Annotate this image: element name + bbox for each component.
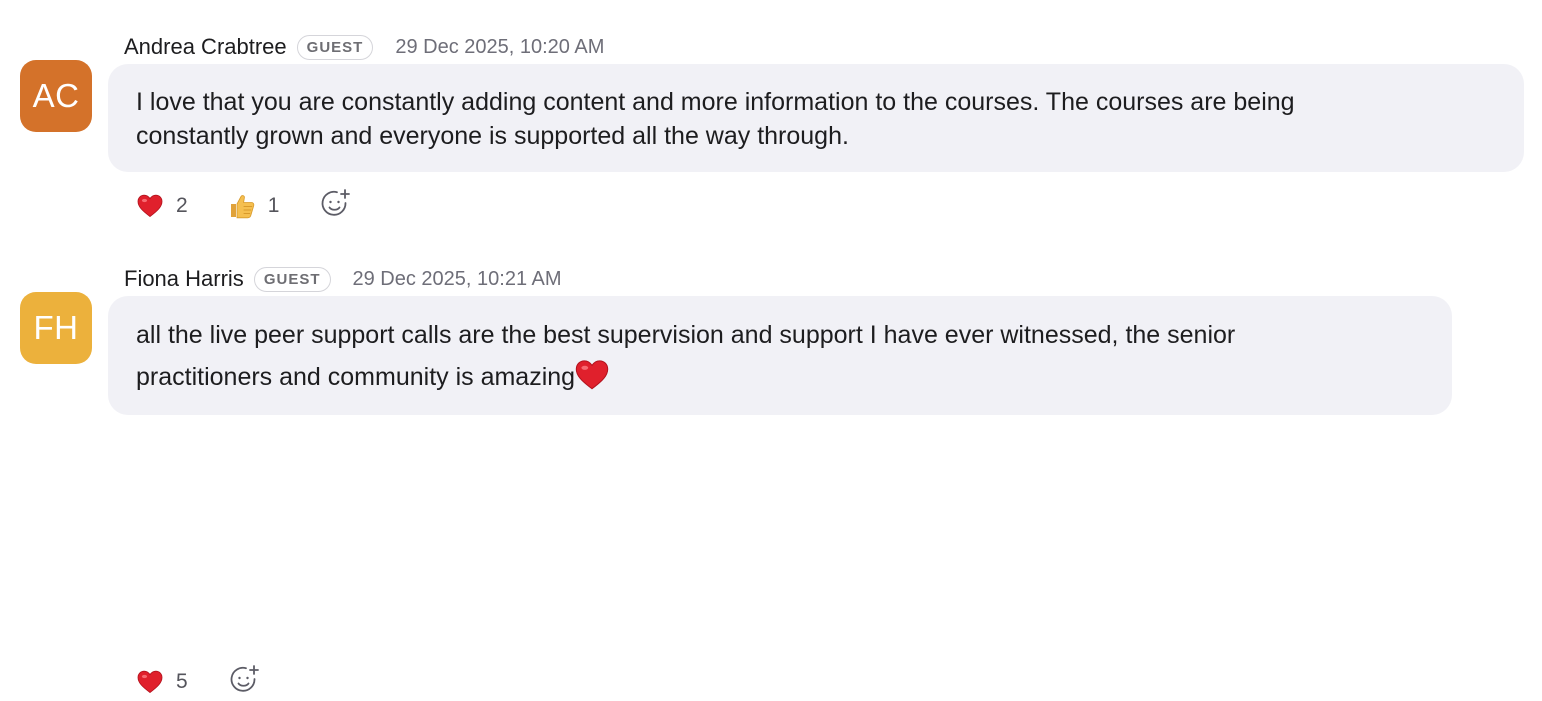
add-emoji-icon xyxy=(229,664,261,701)
avatar[interactable]: FH xyxy=(20,292,92,364)
guest-badge: GUEST xyxy=(253,266,331,292)
guest-badge: GUEST xyxy=(296,34,374,60)
message-bubble: all the live peer support calls are the … xyxy=(108,296,1452,415)
reaction-count: 5 xyxy=(176,670,188,693)
avatar-initials: FH xyxy=(33,309,79,346)
message-header: Andrea Crabtree GUEST 29 Dec 2025, 10:20… xyxy=(124,30,604,64)
reaction-count: 1 xyxy=(267,194,280,217)
message-timestamp: 29 Dec 2025, 10:21 AM xyxy=(352,267,562,290)
reactions-bar: 5 xyxy=(136,664,262,700)
author-name[interactable]: Andrea Crabtree xyxy=(124,34,287,60)
message-text: all the live peer support calls are the … xyxy=(136,321,1236,391)
avatar-initials: AC xyxy=(32,77,80,114)
add-reaction-button[interactable] xyxy=(228,664,262,701)
message-header: Fiona Harris GUEST 29 Dec 2025, 10:21 AM xyxy=(124,262,562,296)
reaction-heart[interactable]: 5 xyxy=(136,668,188,696)
reactions-bar: 2 1 xyxy=(136,188,353,224)
thumbs-up-icon xyxy=(228,192,256,220)
author-name[interactable]: Fiona Harris xyxy=(124,266,244,292)
message-text: I love that you are constantly adding co… xyxy=(136,88,1295,150)
message-timestamp: 29 Dec 2025, 10:20 AM xyxy=(395,35,605,58)
add-reaction-button[interactable] xyxy=(319,188,353,225)
add-emoji-icon xyxy=(320,188,352,225)
red-heart-icon xyxy=(136,668,164,696)
reaction-heart[interactable]: 2 xyxy=(136,192,188,220)
avatar[interactable]: AC xyxy=(20,60,92,132)
red-heart-icon xyxy=(136,192,164,220)
message-bubble: I love that you are constantly adding co… xyxy=(108,64,1524,172)
reaction-count: 2 xyxy=(176,194,188,217)
reaction-thumbs-up[interactable]: 1 xyxy=(228,192,280,220)
red-heart-icon xyxy=(575,359,609,391)
